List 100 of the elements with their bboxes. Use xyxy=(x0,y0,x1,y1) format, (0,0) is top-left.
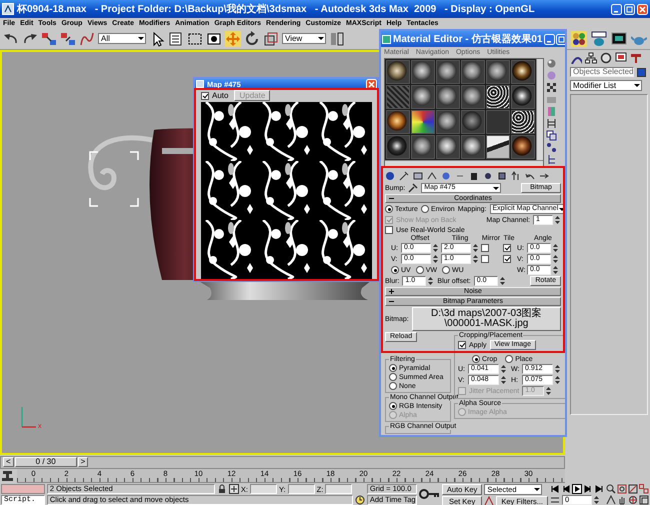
radio-button[interactable] xyxy=(385,205,393,213)
checkbox[interactable] xyxy=(503,255,511,263)
spinner-arrows-icon[interactable] xyxy=(552,243,559,253)
zoom-extents-icon[interactable] xyxy=(628,484,638,494)
plus-icon[interactable] xyxy=(388,288,395,295)
material-sample-slot[interactable] xyxy=(461,135,485,159)
spinner-arrows-icon[interactable] xyxy=(545,386,552,396)
material-sample-slot[interactable] xyxy=(511,60,535,84)
link-icon[interactable] xyxy=(41,30,57,46)
monitor-icon[interactable] xyxy=(611,30,627,46)
checker-icon[interactable] xyxy=(546,82,557,93)
material-sample-slot[interactable] xyxy=(436,60,460,84)
material-sample-slot[interactable] xyxy=(411,110,435,134)
material-sample-slot[interactable] xyxy=(486,135,510,159)
caret-icon[interactable] xyxy=(317,34,325,43)
zoom-all-icon[interactable] xyxy=(617,484,627,494)
material-sample-slot[interactable] xyxy=(436,135,460,159)
minimize-icon[interactable] xyxy=(611,4,622,14)
material-sample-slot[interactable] xyxy=(461,85,485,109)
spinner-arrows-icon[interactable] xyxy=(427,276,434,286)
radio-button[interactable] xyxy=(472,355,480,363)
forward-arrow-icon[interactable] xyxy=(539,171,549,181)
rotate-icon[interactable] xyxy=(244,30,260,46)
zoom-icon[interactable] xyxy=(606,484,616,494)
minimize-icon[interactable] xyxy=(544,34,556,44)
next-frame-button[interactable]: > xyxy=(78,457,88,467)
checkbox[interactable] xyxy=(481,244,489,252)
checkbox[interactable] xyxy=(481,255,489,263)
circle-icon[interactable] xyxy=(600,52,612,64)
maximize-icon[interactable] xyxy=(556,34,565,44)
material-sample-slot[interactable] xyxy=(386,135,410,159)
pick-icon[interactable] xyxy=(399,171,409,181)
spinner-arrows-icon[interactable] xyxy=(472,254,479,264)
hierarchy-icon[interactable] xyxy=(585,52,597,64)
spinner-arrows-icon[interactable] xyxy=(432,254,439,264)
sphere-icon[interactable] xyxy=(546,58,557,69)
spinner-arrows-icon[interactable] xyxy=(552,254,559,264)
caret-icon[interactable] xyxy=(427,171,437,181)
vertical-scrollbar[interactable] xyxy=(536,59,543,160)
window-select-icon[interactable] xyxy=(206,30,222,46)
radio-button[interactable] xyxy=(389,402,397,410)
maximize-viewport-icon[interactable] xyxy=(639,495,649,505)
object-name-field[interactable]: Objects Selected xyxy=(570,67,634,77)
material-sample-slot[interactable] xyxy=(511,85,535,109)
coordinate-field[interactable] xyxy=(250,484,277,494)
material-sample-slot[interactable] xyxy=(486,85,510,109)
minus-icon[interactable] xyxy=(388,195,395,202)
material-sample-slot[interactable] xyxy=(411,85,435,109)
spinner-arrows-icon[interactable] xyxy=(498,276,506,286)
spinner-arrows-icon[interactable] xyxy=(554,364,561,374)
previous-frame-icon[interactable] xyxy=(561,484,571,494)
unlink-icon[interactable] xyxy=(60,30,76,46)
field-of-view-icon[interactable] xyxy=(606,495,616,505)
material-sample-slot[interactable] xyxy=(461,60,485,84)
cube-icon[interactable] xyxy=(497,171,507,181)
spinner-arrows-icon[interactable] xyxy=(500,364,507,374)
radio-button[interactable] xyxy=(389,364,397,372)
object-color-swatch[interactable] xyxy=(637,68,646,76)
radio-button[interactable] xyxy=(389,373,397,381)
material-editor-icon[interactable] xyxy=(571,30,587,46)
lock-icon[interactable] xyxy=(216,484,227,494)
material-sample-slot[interactable] xyxy=(486,60,510,84)
listener-field[interactable] xyxy=(1,484,45,494)
orbit-icon[interactable] xyxy=(628,495,638,505)
clock-icon[interactable] xyxy=(354,495,365,505)
checkbox[interactable] xyxy=(503,244,511,252)
checkbox[interactable] xyxy=(201,92,209,100)
monitor-icon[interactable] xyxy=(615,52,627,64)
rectangle-select-icon[interactable] xyxy=(187,30,203,46)
go-to-start-icon[interactable] xyxy=(550,484,560,494)
checkbox[interactable] xyxy=(458,341,466,349)
spinner-arrows-icon[interactable] xyxy=(554,215,561,225)
bitmap-path-button[interactable]: D:\3d maps\2007-03图案\000001-MASK.jpg xyxy=(412,307,561,331)
previous-frame-button[interactable]: < xyxy=(3,457,14,467)
material-sample-slot[interactable] xyxy=(511,135,535,159)
pan-icon[interactable] xyxy=(617,495,627,505)
coordinate-field[interactable] xyxy=(288,484,315,494)
nodes-icon[interactable] xyxy=(546,142,557,153)
tree-icon[interactable] xyxy=(546,154,557,165)
spinner-arrows-icon[interactable] xyxy=(472,243,479,253)
scale-icon[interactable] xyxy=(263,30,279,46)
time-slider-thumb[interactable]: 0 / 30 xyxy=(14,457,77,467)
eyedropper-icon[interactable] xyxy=(408,183,418,193)
play-icon[interactable] xyxy=(572,484,582,494)
go-to-end-icon[interactable] xyxy=(594,484,604,494)
pivot-icon[interactable] xyxy=(329,30,345,46)
reference-coordinate-dropdown[interactable]: View xyxy=(282,33,326,44)
spinner-arrows-icon[interactable] xyxy=(500,375,507,385)
material-sample-slot[interactable] xyxy=(386,60,410,84)
back-arrow-icon[interactable] xyxy=(525,171,535,181)
sphere-icon[interactable] xyxy=(441,171,451,181)
radio-button[interactable] xyxy=(391,266,399,274)
copy-icon[interactable] xyxy=(546,130,557,141)
material-sample-slot[interactable] xyxy=(511,110,535,134)
radio-button[interactable] xyxy=(442,266,450,274)
radio-button[interactable] xyxy=(389,382,397,390)
material-sample-slot[interactable] xyxy=(411,60,435,84)
material-sample-slot[interactable] xyxy=(386,110,410,134)
spinner-arrows-icon[interactable] xyxy=(552,265,559,275)
up-arrow-icon[interactable] xyxy=(511,171,521,181)
